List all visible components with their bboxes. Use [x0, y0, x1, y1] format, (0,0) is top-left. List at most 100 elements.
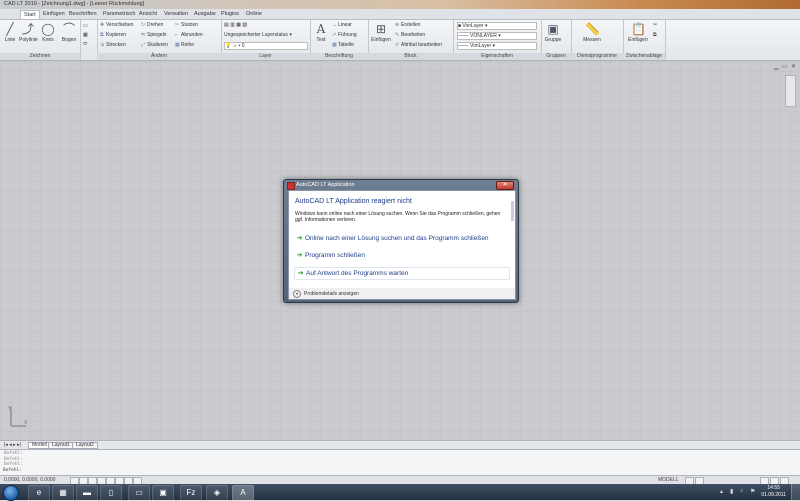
close-button[interactable]: ✕ — [496, 181, 514, 190]
panel-title-eigenschaften[interactable]: Eigenschaften — [453, 53, 541, 60]
lineweight-value: VonLayer — [470, 43, 492, 49]
scale-button[interactable]: ⤢ Skalieren — [141, 42, 168, 48]
show-details-toggle[interactable]: ▾ Problemdetails anzeigen — [293, 290, 359, 298]
panel-zeichnen: ╱ Linie ⤴ Polylinie ◯ Kreis ⌒ Bogen Zeichnen — [0, 20, 81, 60]
clock-date: 01.09.2011 — [761, 492, 786, 498]
panel-title-beschriftung[interactable]: Beschriftung — [310, 53, 368, 60]
ellipse-icon[interactable]: ⬭ — [83, 41, 87, 47]
text-button[interactable]: A Text — [312, 22, 330, 43]
measure-button[interactable]: 📏 Messen — [581, 22, 603, 43]
close-program-option[interactable]: ➔ Programm schließen — [294, 250, 508, 261]
rotate-button[interactable]: ↻ Drehen — [141, 22, 163, 28]
panel-title-block[interactable]: Block — [368, 53, 453, 60]
navigation-bar[interactable] — [785, 75, 796, 107]
lineweight-dropdown[interactable]: ─── VonLayer ▾ — [457, 42, 537, 50]
tab-einfuegen[interactable]: Einfügen — [40, 10, 68, 18]
paste-label: Einfügen — [628, 37, 648, 43]
tab-verwalten[interactable]: Verwalten — [161, 10, 191, 18]
layout-nav-arrows[interactable]: |◂ ◂ ▸ ▸| — [4, 442, 21, 448]
cut-icon[interactable]: ✂ — [653, 22, 657, 28]
program-icon[interactable]: ◈ — [206, 485, 228, 501]
panel-title-gruppen[interactable]: Gruppen — [541, 53, 571, 60]
svg-text:X: X — [24, 420, 28, 426]
linetype-dropdown[interactable]: ─── VONLAYER ▾ — [457, 32, 537, 40]
panel-eigenschaften: ■ VonLayer ▾ ─── VONLAYER ▾ ─── VonLayer… — [453, 20, 542, 60]
tab-beschriften[interactable]: Beschriften — [66, 10, 100, 18]
arc-button[interactable]: ⌒ Bogen — [60, 22, 78, 43]
wait-for-program-option[interactable]: ➔ Auf Antwort des Programms warten — [294, 267, 510, 280]
trim-label: Stutzen — [181, 22, 198, 28]
tab-online[interactable]: Online — [243, 10, 265, 18]
ie-icon[interactable]: e — [28, 485, 50, 501]
circle-button[interactable]: ◯ Kreis — [39, 22, 57, 43]
copy-clip-icon[interactable]: ⧉ — [653, 32, 657, 38]
panel-title-zwischenablage[interactable]: Zwischenablage — [623, 53, 665, 60]
app-window-icon[interactable]: ▣ — [152, 485, 174, 501]
rectangle-icon[interactable]: ▭ — [83, 23, 88, 29]
tab-layout1[interactable]: Layout1 — [48, 442, 74, 449]
paste-button[interactable]: 📋 Einfügen — [627, 22, 649, 43]
insert-block-button[interactable]: ⊞ Einfügen — [370, 22, 392, 43]
fillet-label: Abrunden — [181, 32, 203, 38]
copy-button[interactable]: ⧉ Kopieren — [100, 32, 126, 38]
move-button[interactable]: ✥ Verschieben — [100, 22, 134, 28]
stretch-button[interactable]: ⇲ Strecken — [100, 42, 126, 48]
green-arrow-icon: ➔ — [296, 235, 303, 242]
details-label: Problemdetails anzeigen — [304, 291, 359, 297]
autocad-icon[interactable]: A — [232, 485, 254, 501]
window-icon[interactable]: ▭ — [128, 485, 150, 501]
array-button[interactable]: ▦Reihe — [175, 42, 194, 48]
line-button[interactable]: ╱ Linie — [1, 22, 19, 43]
polyline-button[interactable]: ⤴ Polylinie — [19, 22, 38, 43]
folder-icon[interactable]: ▬ — [76, 485, 98, 501]
create-block-button[interactable]: ⊕ Erstellen — [395, 22, 420, 28]
trim-button[interactable]: ✂ Stutzen — [175, 22, 198, 28]
layer-dropdown[interactable]: 💡 ☼ ▪ 0 — [224, 42, 308, 50]
restore-drawing-icon[interactable]: ▭ — [782, 63, 788, 70]
explorer-icon[interactable]: ▦ — [52, 485, 74, 501]
insert-label: Einfügen — [371, 37, 391, 43]
tab-plugins[interactable]: Plugins — [218, 10, 242, 18]
not-responding-dialog: AutoCAD LT Application ✕ AutoCAD LT Appl… — [283, 179, 519, 303]
edit-block-button[interactable]: ✎ Bearbeiten — [395, 32, 425, 38]
show-desktop-button[interactable] — [791, 484, 800, 500]
search-online-close-option[interactable]: ➔ Online nach einer Lösung suchen und das… — [294, 233, 508, 244]
panel-title-layer[interactable]: Layer — [221, 53, 310, 60]
chevron-down-icon: ▾ — [293, 290, 301, 298]
tab-layout2[interactable]: Layout2 — [72, 442, 98, 449]
tray-arrow-icon[interactable]: ▴ — [720, 488, 723, 495]
edit-attribute-button[interactable]: ✐ Attribut bearbeiten — [395, 42, 442, 48]
linear-dim-button[interactable]: ↔Linear — [332, 22, 352, 28]
start-button[interactable] — [3, 485, 19, 501]
tray-flag-icon[interactable]: ⚑ — [750, 488, 755, 495]
tray-network-icon[interactable]: ▮ — [730, 488, 733, 495]
tab-ausgabe[interactable]: Ausgabe — [191, 10, 219, 18]
command-history-line: Befehl: — [4, 451, 23, 456]
model-space-button[interactable]: MODELL — [658, 477, 679, 483]
clock[interactable]: 14:55 01.09.2011 — [761, 485, 786, 499]
mirror-label: Spiegeln — [147, 32, 167, 38]
dialog-scrollbar[interactable] — [511, 201, 514, 221]
tray-volume-icon[interactable]: ♪ — [740, 488, 743, 494]
group-button[interactable]: ▣ Gruppe — [543, 22, 563, 43]
command-input[interactable]: Befehl: — [3, 468, 23, 473]
color-dropdown[interactable]: ■ VonLayer ▾ — [457, 22, 537, 30]
layer-state-dropdown[interactable]: Ungespeicherter Layerstatus ▾ — [224, 32, 292, 38]
tab-parametrisch[interactable]: Parametrisch — [100, 10, 138, 18]
table-button[interactable]: ▦Tabelle — [332, 42, 354, 48]
group-icon: ▣ — [547, 22, 559, 36]
filezilla-icon[interactable]: Fz — [180, 485, 202, 501]
document-icon[interactable]: ▯ — [100, 485, 122, 501]
layer-properties-icon[interactable]: ▤ ▥ ▦ ▧ — [224, 22, 247, 28]
tab-start[interactable]: Start — [20, 10, 40, 19]
panel-title-aendern[interactable]: Ändern — [97, 53, 221, 60]
leader-button[interactable]: ↗ Führung — [332, 32, 357, 38]
hatch-icon[interactable]: ▦ — [83, 32, 88, 38]
mirror-button[interactable]: ⇋ Spiegeln — [141, 32, 166, 38]
tab-ansicht[interactable]: Ansicht — [136, 10, 160, 18]
close-drawing-icon[interactable]: ✕ — [791, 63, 796, 70]
fillet-button[interactable]: ⌐ Abrunden — [175, 32, 203, 38]
panel-title-dienstprogramme[interactable]: Dienstprogramme — [571, 53, 623, 60]
minimize-drawing-icon[interactable]: ▁ — [774, 63, 779, 70]
panel-title-zeichnen[interactable]: Zeichnen — [0, 53, 80, 60]
